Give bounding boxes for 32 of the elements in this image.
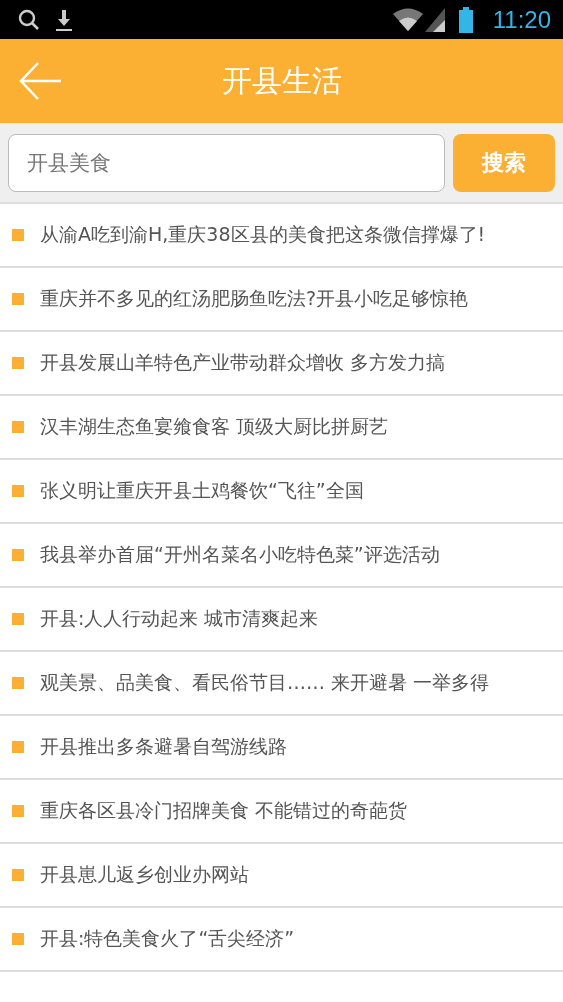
battery-icon [458,6,473,33]
clock-time: 11:20 [492,5,551,34]
bullet-icon [12,805,24,817]
bullet-icon [12,421,24,433]
search-field[interactable]: 开县美食 [8,133,445,192]
article-item[interactable]: 从渝A吃到渝H,重庆38区县的美食把这条微信撑爆了! [0,204,563,268]
bullet-icon [12,933,24,945]
article-item[interactable]: 重庆并不多见的红汤肥肠鱼吃法?开县小吃足够惊艳 [0,268,563,332]
article-item[interactable]: 开县:人人行动起来 城市清爽起来 [0,588,563,652]
article-item[interactable]: 汉丰湖生态鱼宴飨食客 顶级大厨比拼厨艺 [0,396,563,460]
page-title: 开县生活 [221,61,342,100]
bullet-icon [12,549,24,561]
article-item[interactable]: 重庆各区县冷门招牌美食 不能错过的奇葩货 [0,780,563,844]
bullet-icon [12,677,24,689]
article-item[interactable]: 观美景、品美食、看民俗节目…… 来开避暑 一举多得 [0,652,563,716]
bullet-icon [12,869,24,881]
wifi-icon [392,7,423,32]
bullet-icon [12,613,24,625]
bullet-icon [12,293,24,305]
article-item[interactable]: 开县崽儿返乡创业办网站 [0,844,563,908]
article-item[interactable]: 开县发展山羊特色产业带动群众增收 多方发力搞 [0,332,563,396]
bullet-icon [12,741,24,753]
article-item[interactable]: 张义明让重庆开县土鸡餐饮“飞往”全国 [0,460,563,524]
article-item[interactable]: 开县:特色美食火了“舌尖经济” [0,908,563,972]
signal-icon [424,7,445,32]
bullet-icon [12,485,24,497]
bullet-icon [12,357,24,369]
search-icon [18,8,40,31]
article-item[interactable]: 我县举办首届“开州名菜名小吃特色菜”评选活动 [0,524,563,588]
bullet-icon [12,229,24,241]
article-item[interactable]: 开县推出多条避暑自驾游线路 [0,716,563,780]
download-icon [54,7,74,32]
